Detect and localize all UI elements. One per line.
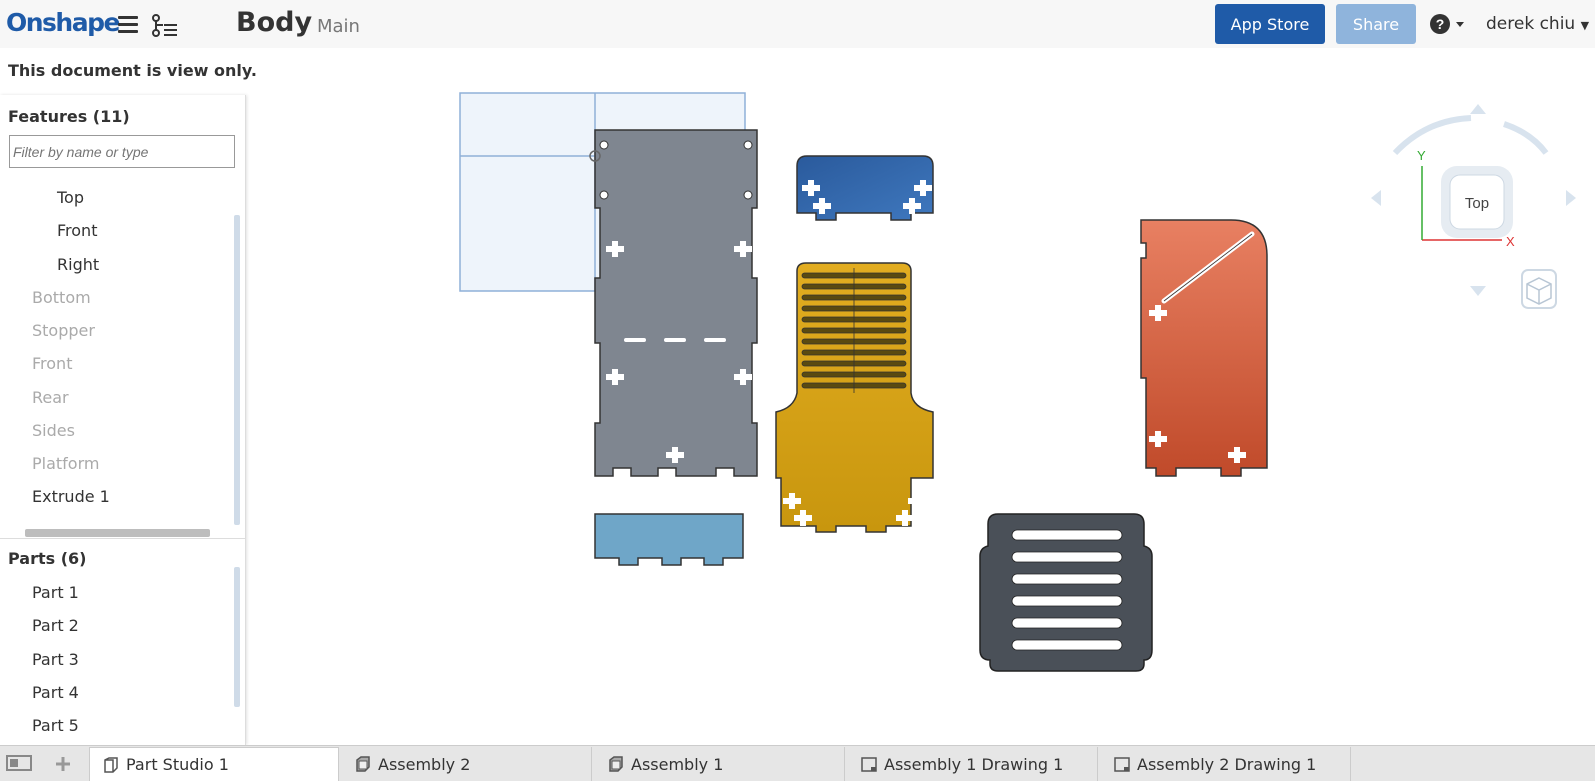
assembly-icon (356, 756, 370, 772)
x-axis-label: X (1506, 234, 1515, 249)
part-orange[interactable] (1140, 219, 1268, 477)
tab-label: Assembly 2 Drawing 1 (1137, 754, 1317, 774)
part-studio-icon (104, 756, 118, 773)
view-only-notice: This document is view only. (8, 61, 257, 80)
tab-manager-icon[interactable] (6, 754, 32, 774)
add-tab-icon[interactable] (50, 754, 76, 774)
features-scrollbar[interactable] (234, 215, 240, 525)
part-light-blue[interactable] (594, 513, 744, 566)
tab-bar: Part Studio 1 Assembly 2 Assembly 1 Asse… (0, 745, 1595, 781)
view-cube-face-label: Top (1465, 195, 1489, 212)
feature-tree-icon[interactable] (151, 13, 179, 39)
svg-text:?: ? (1436, 16, 1445, 32)
feature-item-origin: • (57, 173, 66, 174)
part-item[interactable]: Part 5 (32, 716, 79, 735)
part-gold[interactable] (775, 262, 934, 533)
drawing-icon (1114, 757, 1130, 772)
tab-label: Assembly 2 (378, 754, 471, 774)
app-store-button[interactable]: App Store (1215, 4, 1325, 44)
menu-icon[interactable] (118, 16, 138, 34)
tab-label: Part Studio 1 (126, 755, 229, 774)
feature-item[interactable]: Top (57, 188, 84, 207)
onshape-logo[interactable]: Onshape (6, 8, 120, 37)
help-icon[interactable]: ? (1429, 12, 1465, 36)
part-dark[interactable] (979, 513, 1153, 672)
feature-item[interactable]: Platform (32, 454, 99, 473)
feature-item[interactable]: Sides (32, 421, 75, 440)
features-horizontal-scrollbar[interactable] (25, 529, 210, 537)
feature-item[interactable]: Right (57, 255, 99, 274)
feature-item[interactable]: Bottom (32, 288, 91, 307)
graphics-canvas[interactable]: Top X Y (246, 48, 1595, 745)
parts-scrollbar[interactable] (234, 567, 240, 707)
share-button[interactable]: Share (1336, 4, 1416, 44)
feature-item[interactable]: Extrude 1 (32, 487, 110, 506)
panel-divider[interactable] (0, 538, 246, 539)
user-name: derek chiu (1486, 14, 1576, 34)
view-cube[interactable]: Top X Y (1371, 104, 1576, 296)
feature-filter-input[interactable] (9, 135, 235, 168)
feature-list: • Top Front Right Bottom Stopper Front R… (0, 173, 236, 533)
feature-panel: Features (11) • Top Front Right Bottom S… (0, 95, 246, 745)
chevron-down-icon: ▼ (1580, 19, 1590, 32)
document-title: Body (236, 7, 313, 38)
top-bar: Onshape Body Main App Store Share ? dere… (0, 0, 1595, 48)
isometric-view-icon[interactable] (1521, 269, 1557, 309)
parts-header[interactable]: Parts (6) (8, 549, 86, 568)
feature-item[interactable]: Front (32, 354, 72, 373)
assembly-icon (609, 756, 623, 772)
features-header[interactable]: Features (11) (8, 107, 130, 126)
user-menu[interactable]: derek chiu ▼ (1486, 14, 1589, 34)
part-item[interactable]: Part 2 (32, 616, 79, 635)
part-item[interactable]: Part 1 (32, 583, 79, 602)
y-axis-label: Y (1417, 148, 1426, 163)
tab-assembly-1[interactable]: Assembly 1 (595, 747, 845, 781)
part-item[interactable]: Part 3 (32, 650, 79, 669)
branch-name: Main (317, 16, 360, 37)
part-grey[interactable] (589, 129, 758, 477)
feature-item[interactable]: Rear (32, 388, 69, 407)
tab-label: Assembly 1 (631, 754, 724, 774)
tab-part-studio-1[interactable]: Part Studio 1 (89, 747, 339, 781)
tab-assembly-2[interactable]: Assembly 2 (342, 747, 592, 781)
tab-assembly-2-drawing-1[interactable]: Assembly 2 Drawing 1 (1101, 747, 1351, 781)
feature-item[interactable]: Front (57, 221, 97, 240)
part-item[interactable]: Part 4 (32, 683, 79, 702)
tab-label: Assembly 1 Drawing 1 (884, 754, 1064, 774)
feature-item[interactable]: Stopper (32, 321, 95, 340)
part-blue[interactable] (796, 155, 934, 221)
tab-assembly-1-drawing-1[interactable]: Assembly 1 Drawing 1 (848, 747, 1098, 781)
drawing-icon (861, 757, 877, 772)
